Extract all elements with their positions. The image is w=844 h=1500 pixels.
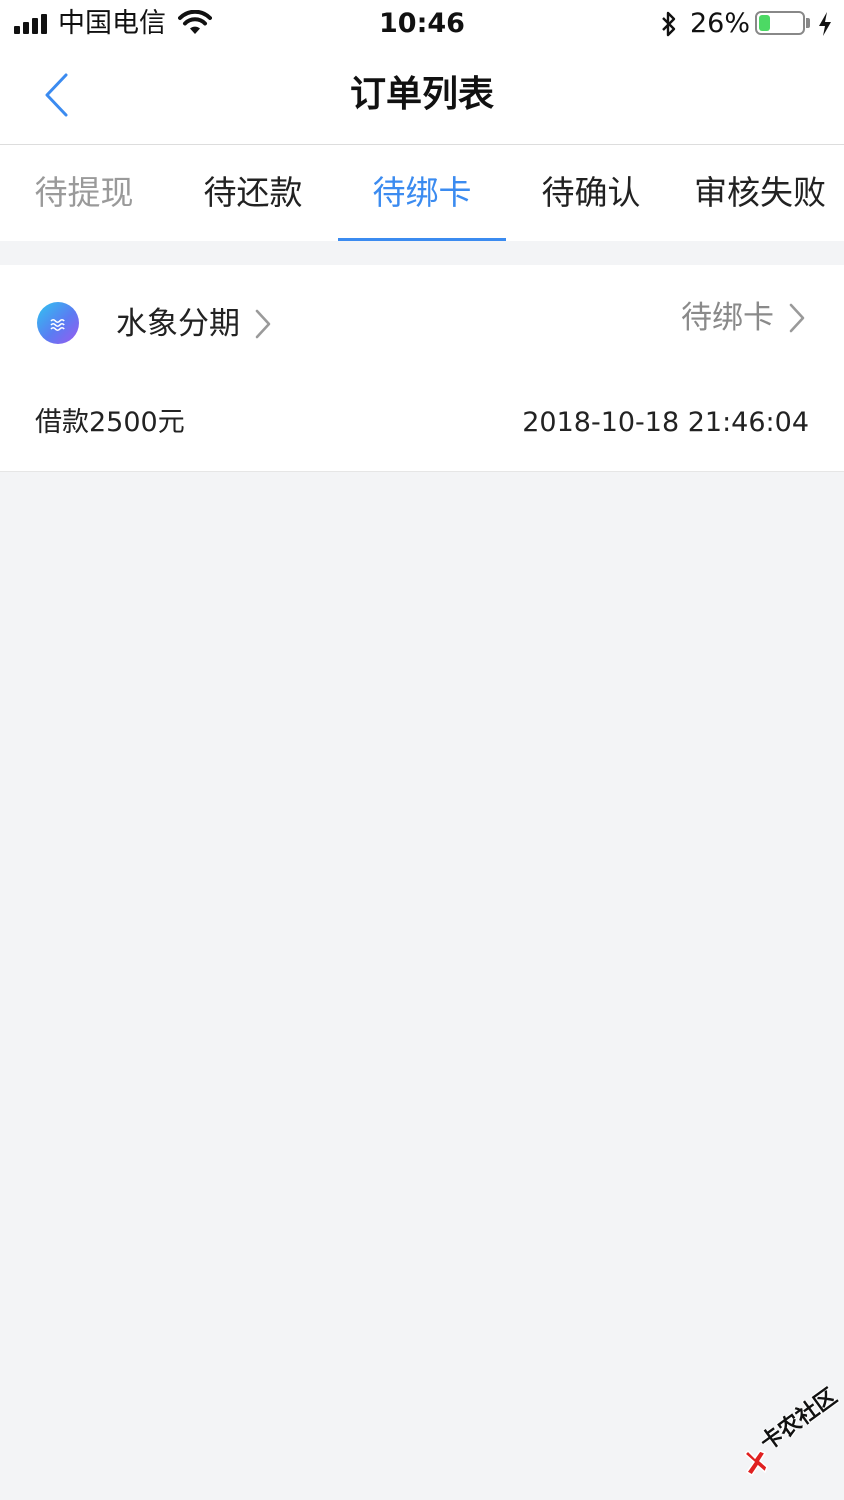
loan-amount: 借款2500元 — [35, 407, 185, 438]
order-card[interactable]: 水象分期 待绑卡 借款2500元 2018-10-18 21:46:04 — [0, 265, 844, 472]
tab-pending-repay[interactable]: 待还款 — [169, 145, 337, 241]
status-bar: 中国电信 10:46 26% — [0, 0, 844, 48]
battery-icon — [755, 11, 805, 35]
chevron-right-icon — [255, 309, 271, 339]
order-status-link[interactable]: 待绑卡 — [681, 295, 808, 341]
charging-icon — [819, 12, 831, 36]
tab-bar: 待提现 待还款 待绑卡 待确认 审核失败 — [0, 145, 844, 241]
wave-logo-icon — [37, 302, 79, 344]
nav-bar: 订单列表 — [0, 48, 844, 145]
tab-pending-bind-card[interactable]: 待绑卡 — [338, 145, 506, 241]
product-name-link[interactable]: 水象分期 — [116, 301, 274, 347]
battery-cap — [806, 18, 810, 28]
watermark-logo-icon — [743, 1449, 768, 1477]
chevron-right-icon — [789, 303, 805, 333]
order-datetime: 2018-10-18 21:46:04 — [522, 407, 809, 438]
tab-pending-withdraw[interactable]: 待提现 — [0, 145, 168, 241]
product-name: 水象分期 — [116, 306, 240, 342]
page-title: 订单列表 — [349, 74, 494, 115]
battery-fill — [759, 15, 770, 31]
tab-review-failed[interactable]: 审核失败 — [676, 145, 844, 241]
battery-percent: 26% — [690, 8, 751, 39]
active-tab-indicator — [338, 238, 506, 241]
order-status: 待绑卡 — [681, 300, 774, 336]
tab-pending-confirm[interactable]: 待确认 — [507, 145, 675, 241]
bluetooth-icon — [662, 11, 676, 37]
watermark-text: 卡农社区 — [756, 1384, 843, 1457]
watermark: 卡农社区 — [738, 1384, 842, 1490]
